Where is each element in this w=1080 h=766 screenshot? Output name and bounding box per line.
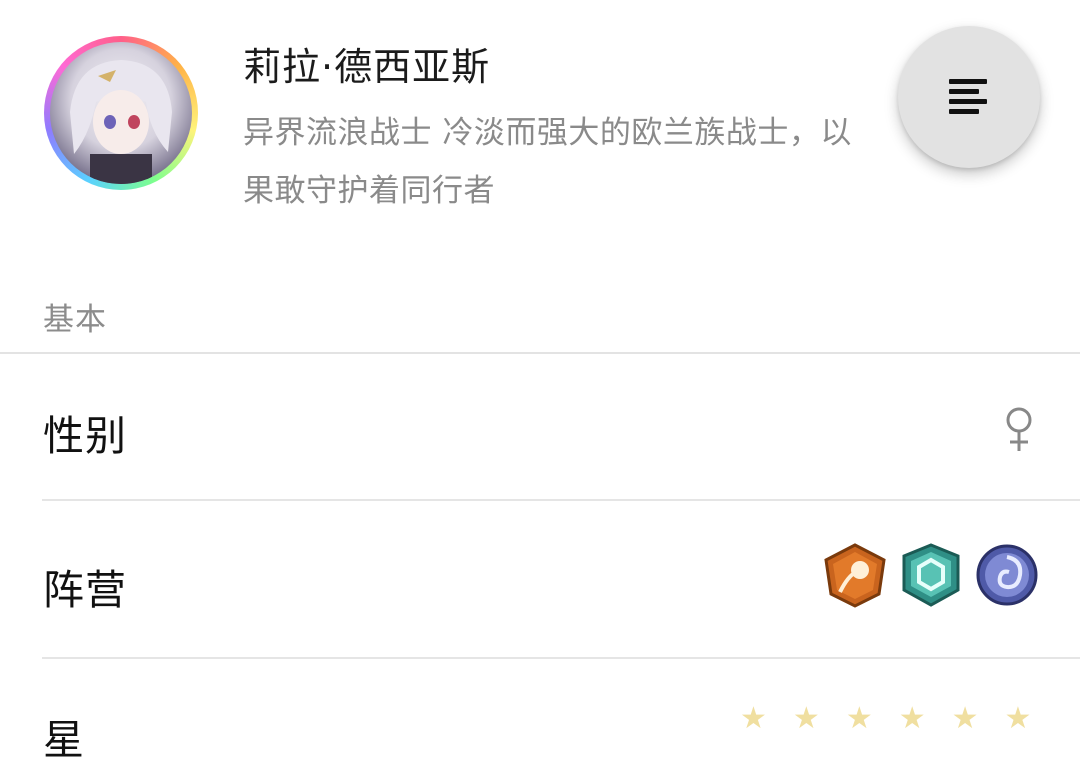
- description-line: 异界流浪战士 冷淡而强大的欧兰族战士，以: [243, 115, 852, 151]
- row-label-faction: 阵营: [43, 566, 127, 614]
- female-icon: [1006, 407, 1032, 451]
- vortex-faction-icon[interactable]: [974, 542, 1040, 608]
- star-icon: ★: [845, 701, 873, 736]
- star-icon: ★: [740, 701, 767, 736]
- star-icon: ★: [898, 701, 926, 736]
- avatar-portrait: [50, 42, 192, 184]
- star-icon: ★: [792, 701, 820, 736]
- row-label-stars: 星: [43, 716, 85, 764]
- fire-faction-icon[interactable]: [822, 542, 888, 608]
- star-icon: ★: [1004, 701, 1032, 736]
- character-name: 莉拉·德西亚斯: [243, 45, 491, 89]
- description-line: 果敢守护着同行者: [243, 173, 495, 209]
- row-label-gender: 性别: [43, 412, 127, 460]
- section-title: 基本: [43, 302, 107, 338]
- section-divider: [0, 352, 1080, 354]
- row-divider: [42, 657, 1080, 659]
- row-divider: [42, 499, 1080, 501]
- crystal-faction-icon[interactable]: [898, 542, 964, 608]
- faction-icons: [822, 542, 1040, 616]
- menu-lines-icon: [949, 79, 989, 115]
- menu-button[interactable]: [898, 26, 1040, 168]
- character-description: 异界流浪战士 冷淡而强大的欧兰族战士，以 果敢守护着同行者: [243, 104, 963, 220]
- star-icon: ★: [951, 701, 979, 736]
- character-avatar[interactable]: [44, 36, 198, 190]
- star-rating: ★ ★ ★ ★ ★ ★: [740, 704, 1031, 734]
